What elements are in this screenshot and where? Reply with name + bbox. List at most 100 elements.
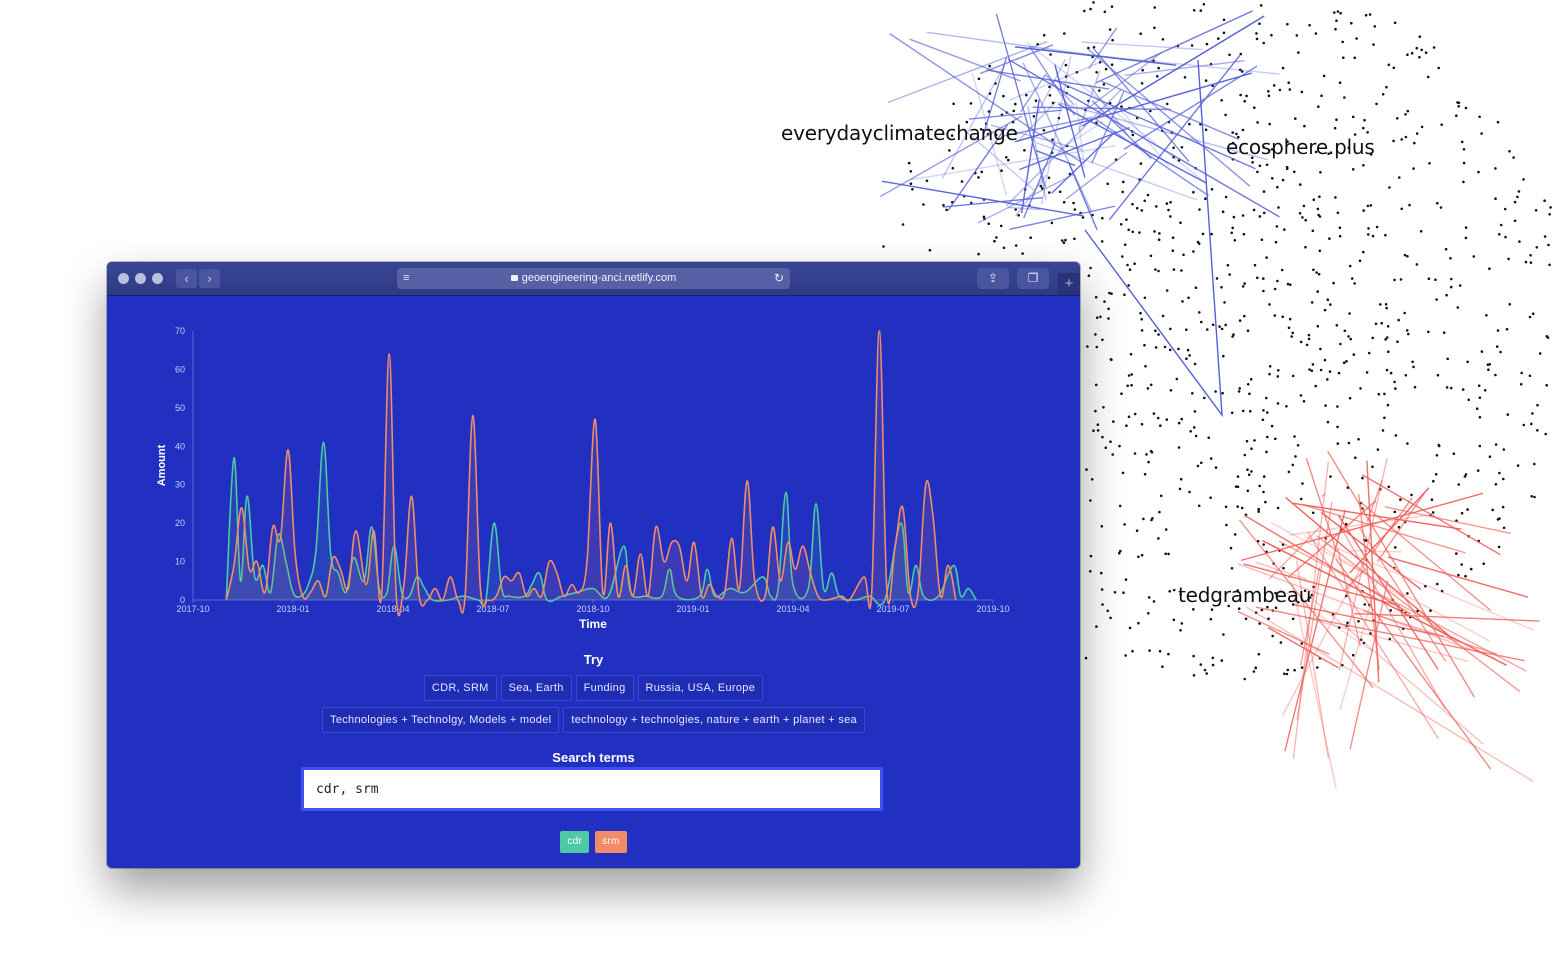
network-node [1152, 600, 1156, 603]
network-node [1243, 282, 1246, 285]
suggestion-chip[interactable]: technology + technolgies, nature + earth… [563, 707, 865, 733]
network-node [1260, 238, 1264, 241]
reader-icon[interactable]: ≡ [403, 268, 409, 289]
network-node [1285, 405, 1288, 408]
network-node [1256, 170, 1259, 174]
reload-icon[interactable]: ↻ [774, 268, 784, 289]
network-edge [1350, 549, 1402, 553]
network-node [1209, 496, 1212, 500]
network-node [1149, 383, 1153, 387]
network-node [1277, 369, 1280, 372]
network-node [1460, 140, 1464, 144]
network-node [1283, 228, 1286, 231]
term-tag-srm[interactable]: srm [595, 831, 627, 853]
zoom-window-icon[interactable] [152, 273, 163, 284]
network-node [1460, 511, 1464, 515]
network-node [1326, 378, 1329, 381]
network-node [1147, 596, 1151, 599]
suggestion-chip[interactable]: Russia, USA, Europe [637, 675, 764, 701]
network-node [1411, 360, 1414, 364]
back-arrow-icon[interactable]: ‹ [176, 269, 197, 288]
network-node [1303, 124, 1306, 128]
address-bar[interactable]: ≡ geoengineering-anci.netlify.com ↻ [397, 268, 790, 289]
network-node [1119, 549, 1122, 553]
tabs-icon[interactable]: ❐ [1017, 268, 1049, 289]
network-node [907, 161, 911, 165]
network-node [1192, 190, 1195, 194]
network-node [1049, 53, 1052, 56]
network-node [1131, 649, 1134, 653]
network-node [1362, 126, 1365, 130]
network-node [1199, 9, 1203, 12]
network-node [1161, 38, 1165, 41]
network-node [1307, 337, 1311, 341]
search-input[interactable] [301, 767, 883, 811]
suggestion-chip[interactable]: Sea, Earth [500, 675, 572, 701]
network-node [1222, 18, 1226, 22]
suggestion-chip[interactable]: CDR, SRM [423, 675, 497, 701]
network-node [1210, 608, 1214, 611]
network-node [1380, 321, 1383, 325]
network-node [1301, 216, 1304, 219]
network-node [1239, 93, 1242, 97]
y-tick-label: 40 [175, 441, 185, 451]
network-node [1498, 471, 1501, 475]
network-node [1436, 373, 1440, 377]
network-node [1536, 403, 1539, 407]
network-node [1246, 468, 1249, 472]
term-tag-cdr[interactable]: cdr [560, 831, 590, 853]
suggestion-chip[interactable]: Funding [575, 675, 634, 701]
network-node [1276, 185, 1279, 189]
minimize-window-icon[interactable] [135, 273, 146, 284]
network-node [1406, 53, 1409, 56]
network-node [1326, 420, 1330, 424]
line-chart: 0102030405060702017-10 2018-01 2018-04 2018… [156, 326, 1010, 631]
network-node [1412, 167, 1415, 170]
network-node [1259, 4, 1263, 7]
network-node [1087, 274, 1091, 278]
network-node [1140, 329, 1144, 332]
network-node [1264, 500, 1267, 504]
suggestion-chip[interactable]: Technologies + Technolgy, Models + model [322, 707, 560, 733]
share-icon[interactable]: ⇪ [977, 268, 1009, 289]
network-node [1274, 240, 1278, 244]
new-tab-icon[interactable]: + [1058, 273, 1080, 295]
network-node [1169, 327, 1172, 331]
network-node [1125, 424, 1128, 428]
network-node [1156, 75, 1159, 78]
network-node [1258, 22, 1261, 26]
network-node [1233, 239, 1237, 242]
network-node [1183, 76, 1187, 79]
network-node [1549, 206, 1552, 209]
network-node [1353, 56, 1356, 60]
network-node [1262, 190, 1266, 193]
network-node [1458, 284, 1462, 287]
network-node [1271, 177, 1274, 180]
network-node [1357, 620, 1360, 623]
network-node [1400, 207, 1403, 211]
network-node [1323, 358, 1327, 362]
y-tick-label: 30 [175, 480, 185, 490]
network-node [1338, 226, 1342, 229]
network-node [1339, 342, 1342, 346]
network-node [1243, 314, 1246, 318]
network-node [1163, 345, 1167, 349]
forward-arrow-icon[interactable]: › [199, 269, 220, 288]
network-node [1273, 287, 1277, 291]
network-node [1482, 562, 1485, 565]
network-node [1241, 409, 1245, 413]
network-node [1388, 186, 1391, 189]
network-node [1180, 269, 1183, 272]
network-node [1452, 452, 1456, 456]
x-axis-title: Time [579, 617, 607, 631]
network-node [1225, 523, 1228, 527]
network-node [1241, 128, 1245, 132]
network-node [1262, 475, 1266, 478]
network-node [1233, 533, 1237, 536]
network-node [1146, 387, 1150, 390]
network-node [1444, 247, 1448, 251]
network-node [1121, 255, 1124, 258]
network-node [1192, 674, 1196, 677]
close-window-icon[interactable] [118, 273, 129, 284]
network-node [1398, 176, 1401, 179]
